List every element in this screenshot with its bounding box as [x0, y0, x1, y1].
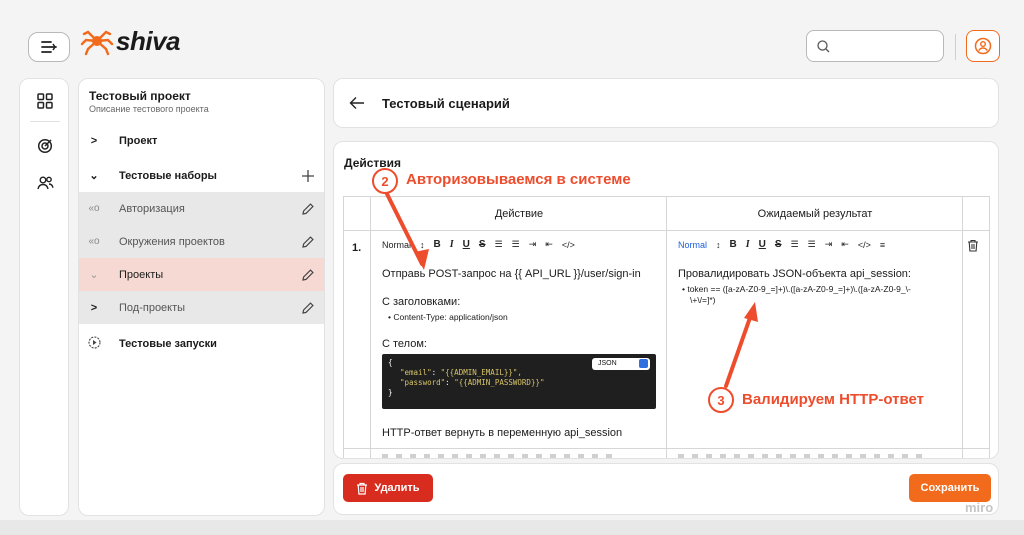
annotation-arrowhead-2 — [414, 249, 429, 270]
annotation-text-3: Валидируем HTTP-ответ — [742, 391, 924, 408]
annotation-badge-2: 2 — [372, 168, 398, 194]
annotation-badge-3: 3 — [708, 387, 734, 413]
annotation-text-2: Авторизовываемся в системе — [406, 171, 631, 188]
annotation-arrowhead-3 — [744, 302, 758, 322]
annotation-arrow-3 — [724, 310, 754, 388]
miro-watermark: miro — [965, 500, 994, 515]
bottom-strip — [0, 520, 1024, 535]
annotation-arrows — [384, 190, 758, 388]
